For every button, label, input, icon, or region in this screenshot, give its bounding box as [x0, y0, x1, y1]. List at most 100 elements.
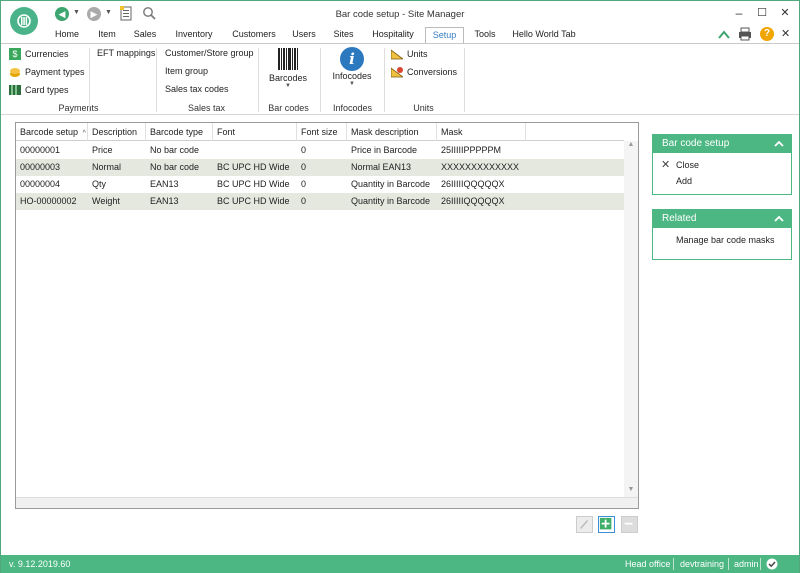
- cell-barcode-type: No bar code: [150, 145, 200, 155]
- search-icon[interactable]: [142, 6, 156, 20]
- version-label: v. 9.12.2019.60: [9, 559, 71, 569]
- vertical-scrollbar[interactable]: ▲ ▼: [624, 141, 638, 498]
- cell-mask-description: Quantity in Barcode: [351, 179, 431, 189]
- tab-sales[interactable]: Sales: [130, 27, 160, 43]
- collapse-panel-icon[interactable]: [773, 138, 785, 150]
- add-action-label: Add: [676, 176, 693, 186]
- add-row-button[interactable]: [598, 516, 615, 533]
- cell-barcode-setup: 00000003: [20, 162, 61, 172]
- database-label[interactable]: devtraining: [680, 555, 724, 573]
- office-label[interactable]: Head office: [625, 555, 670, 573]
- ribbon-separator: [89, 48, 90, 112]
- barcode-grid[interactable]: Barcode setup ^ Description Barcode type…: [15, 122, 639, 509]
- related-panel-header[interactable]: Related: [653, 210, 791, 228]
- ribbon-separator: [464, 48, 465, 112]
- close-view-icon[interactable]: ✕: [781, 27, 790, 40]
- minimize-button[interactable]: –: [729, 5, 749, 21]
- card-types-label: Card types: [25, 85, 69, 95]
- column-header-barcode-setup[interactable]: Barcode setup ^: [16, 123, 88, 141]
- cell-barcode-type: EAN13: [150, 196, 179, 206]
- cell-font-size: 0: [301, 162, 307, 172]
- info-icon: i: [340, 47, 364, 71]
- barcode-icon: [278, 48, 298, 70]
- table-row[interactable]: 00000001 Price No bar code 0 Price in Ba…: [16, 142, 624, 159]
- table-row[interactable]: HO-00000002 Weight EAN13 BC UPC HD Wide …: [16, 193, 624, 210]
- column-header-font[interactable]: Font: [213, 123, 297, 141]
- barcode-setup-panel-header[interactable]: Bar code setup: [653, 135, 791, 153]
- cell-mask: 26IIIIIQQQQQX: [441, 179, 505, 189]
- column-label: Barcode setup: [20, 127, 79, 137]
- units-button[interactable]: Units: [391, 48, 428, 60]
- card-icon: [9, 85, 21, 95]
- tab-tools[interactable]: Tools: [470, 27, 500, 43]
- sales-tax-codes-button[interactable]: Sales tax codes: [165, 84, 229, 94]
- cell-description: Normal: [92, 162, 122, 172]
- column-header-mask-description[interactable]: Mask description: [347, 123, 437, 141]
- column-header-description[interactable]: Description: [88, 123, 146, 141]
- coins-icon: [10, 68, 20, 77]
- collapse-panel-icon[interactable]: [773, 213, 785, 225]
- manage-bar-code-masks-link[interactable]: Manage bar code masks: [653, 232, 791, 248]
- barcodes-button[interactable]: Barcodes ▼: [265, 47, 311, 89]
- back-arrow-icon[interactable]: ◀: [55, 7, 69, 21]
- ribbon-separator: [156, 48, 157, 112]
- currency-icon: $: [9, 48, 21, 60]
- scroll-up-icon[interactable]: ▲: [624, 141, 638, 153]
- cell-barcode-type: No bar code: [150, 162, 200, 172]
- close-action[interactable]: ✕ Close: [653, 157, 791, 173]
- item-group-label: Item group: [165, 66, 209, 76]
- eft-mappings-button[interactable]: EFT mappings: [97, 48, 155, 58]
- tab-hospitality[interactable]: Hospitality: [368, 27, 418, 43]
- collapse-ribbon-icon[interactable]: [716, 28, 732, 42]
- currencies-button[interactable]: $ Currencies: [9, 48, 69, 60]
- edit-button[interactable]: [576, 516, 593, 533]
- card-types-button[interactable]: Card types: [9, 84, 69, 96]
- column-header-mask[interactable]: Mask: [437, 123, 526, 141]
- maximize-button[interactable]: ☐: [752, 5, 772, 21]
- user-label[interactable]: admin: [734, 555, 759, 573]
- close-button[interactable]: ✕: [775, 5, 795, 21]
- tab-home[interactable]: Home: [51, 27, 83, 43]
- tab-item[interactable]: Item: [94, 27, 120, 43]
- tab-setup[interactable]: Setup: [425, 27, 464, 44]
- pencil-icon: [580, 520, 589, 529]
- column-header-font-size[interactable]: Font size: [297, 123, 347, 141]
- tab-customers[interactable]: Customers: [228, 27, 280, 43]
- add-action[interactable]: Add: [653, 173, 791, 189]
- back-dropdown-icon[interactable]: ▼: [73, 9, 80, 16]
- tab-hello-world[interactable]: Hello World Tab: [510, 27, 578, 43]
- payment-types-button[interactable]: Payment types: [9, 66, 85, 78]
- minus-icon: [624, 522, 633, 525]
- column-header-barcode-type[interactable]: Barcode type: [146, 123, 213, 141]
- close-action-label: Close: [676, 160, 700, 170]
- infocodes-group-label: Infocodes: [332, 103, 373, 113]
- conversions-button[interactable]: Conversions: [391, 66, 457, 78]
- remove-row-button[interactable]: [621, 516, 638, 533]
- customer-store-group-button[interactable]: Customer/Store group: [165, 48, 254, 58]
- cell-mask: XXXXXXXXXXXXX: [441, 162, 520, 172]
- tab-users[interactable]: Users: [290, 27, 318, 43]
- tab-inventory[interactable]: Inventory: [170, 27, 218, 43]
- status-separator: [760, 558, 761, 570]
- bar-codes-group-label: Bar codes: [268, 103, 309, 113]
- cell-mask-description: Normal EAN13: [351, 162, 412, 172]
- horizontal-scrollbar[interactable]: [16, 497, 638, 508]
- table-row[interactable]: 00000004 Qty EAN13 BC UPC HD Wide 0 Quan…: [16, 176, 624, 193]
- help-icon[interactable]: ?: [760, 27, 774, 41]
- barcodes-dropdown-icon: ▼: [285, 83, 291, 89]
- item-group-button[interactable]: Item group: [165, 66, 208, 76]
- ribbon: $ Currencies Payment types Card types Pa…: [1, 44, 799, 114]
- table-row[interactable]: 00000003 Normal No bar code BC UPC HD Wi…: [16, 159, 624, 176]
- currencies-label: Currencies: [25, 49, 69, 59]
- document-icon[interactable]: [120, 6, 132, 21]
- cell-font: BC UPC HD Wide: [217, 162, 290, 172]
- cell-barcode-setup: HO-00000002: [20, 196, 77, 206]
- plus-icon: [599, 517, 612, 530]
- printer-icon[interactable]: [738, 27, 752, 41]
- forward-dropdown-icon[interactable]: ▼: [105, 9, 112, 16]
- tab-sites[interactable]: Sites: [329, 27, 358, 43]
- infocodes-button[interactable]: i Infocodes ▼: [329, 47, 375, 87]
- forward-arrow-icon[interactable]: ▶: [87, 7, 101, 21]
- cell-font: [213, 142, 297, 159]
- connection-status-icon: [766, 558, 778, 570]
